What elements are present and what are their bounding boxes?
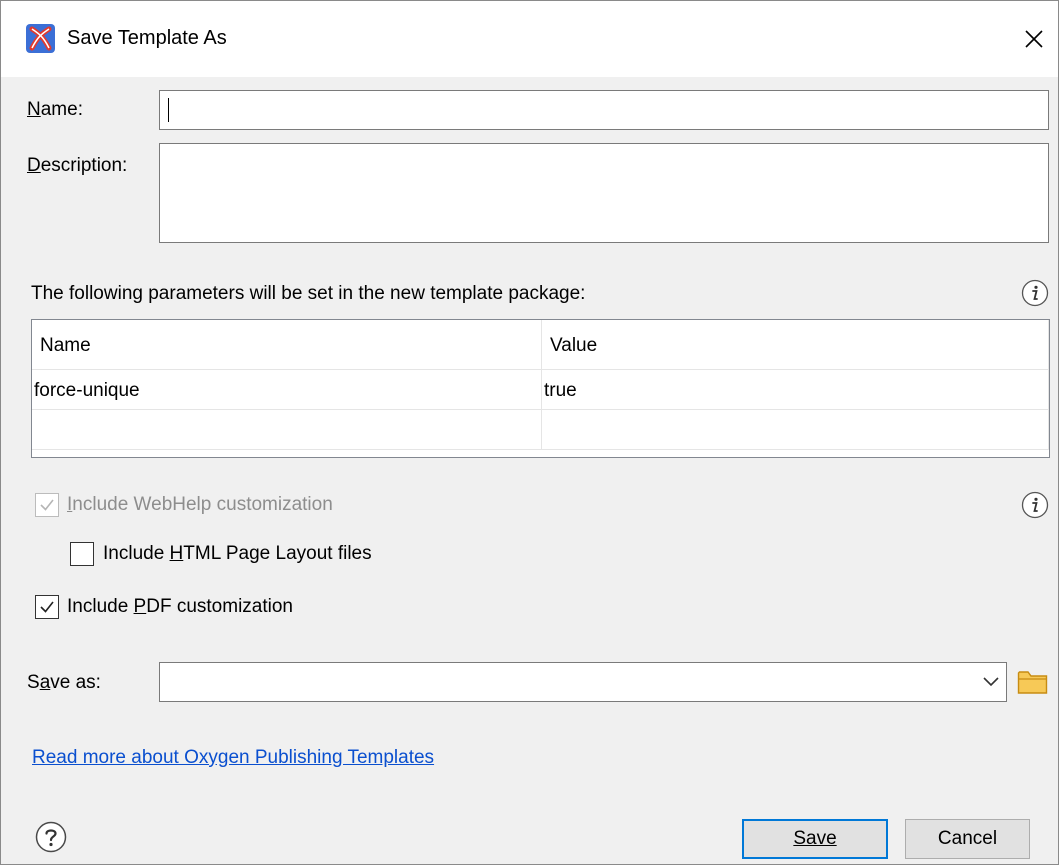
pdf-checkbox-label: Include PDF customization (67, 596, 294, 617)
cancel-button-label: Cancel (937, 828, 998, 849)
save-as-label: Save as: (27, 672, 101, 693)
title-bar: Save Template As (1, 1, 1058, 77)
webhelp-checkbox-label: Include WebHelp customization (67, 494, 333, 515)
info-icon[interactable] (1021, 491, 1049, 519)
info-icon[interactable] (1021, 279, 1049, 307)
save-template-dialog: Save Template As Name: Description: The … (0, 0, 1059, 865)
webhelp-checkbox[interactable] (35, 493, 59, 517)
pdf-checkbox[interactable] (35, 595, 59, 619)
help-icon[interactable] (35, 821, 67, 853)
cancel-button[interactable]: Cancel (905, 819, 1030, 859)
window-title: Save Template As (67, 27, 227, 49)
column-header-name[interactable]: Name (32, 320, 542, 370)
save-button[interactable]: Save (742, 819, 888, 859)
save-button-label: Save (793, 828, 837, 849)
table-cell-value[interactable] (542, 410, 1049, 450)
description-textarea[interactable] (159, 143, 1049, 243)
text-caret (168, 98, 169, 122)
html-layout-checkbox-label: Include HTML Page Layout files (103, 543, 372, 564)
close-icon (1025, 30, 1043, 48)
close-button[interactable] (1010, 15, 1058, 63)
table-cell-name[interactable] (32, 410, 542, 450)
checkmark-icon (40, 601, 54, 613)
folder-icon[interactable] (1017, 669, 1048, 695)
table-cell-name[interactable]: force-unique (32, 370, 542, 410)
table-cell-value[interactable]: true (542, 370, 1049, 410)
parameters-description: The following parameters will be set in … (31, 283, 586, 304)
html-layout-checkbox[interactable] (70, 542, 94, 566)
column-header-value[interactable]: Value (542, 320, 1049, 370)
name-label: Name: (27, 99, 83, 120)
oxygen-app-icon (26, 24, 55, 53)
description-label: Description: (27, 155, 128, 176)
chevron-down-icon[interactable] (982, 675, 1000, 689)
checkmark-icon (40, 499, 54, 511)
name-input[interactable] (159, 90, 1049, 130)
publishing-templates-link[interactable]: Read more about Oxygen Publishing Templa… (32, 747, 434, 769)
save-as-combobox[interactable] (159, 662, 1007, 702)
parameters-table: Name Value force-unique true (31, 319, 1050, 458)
